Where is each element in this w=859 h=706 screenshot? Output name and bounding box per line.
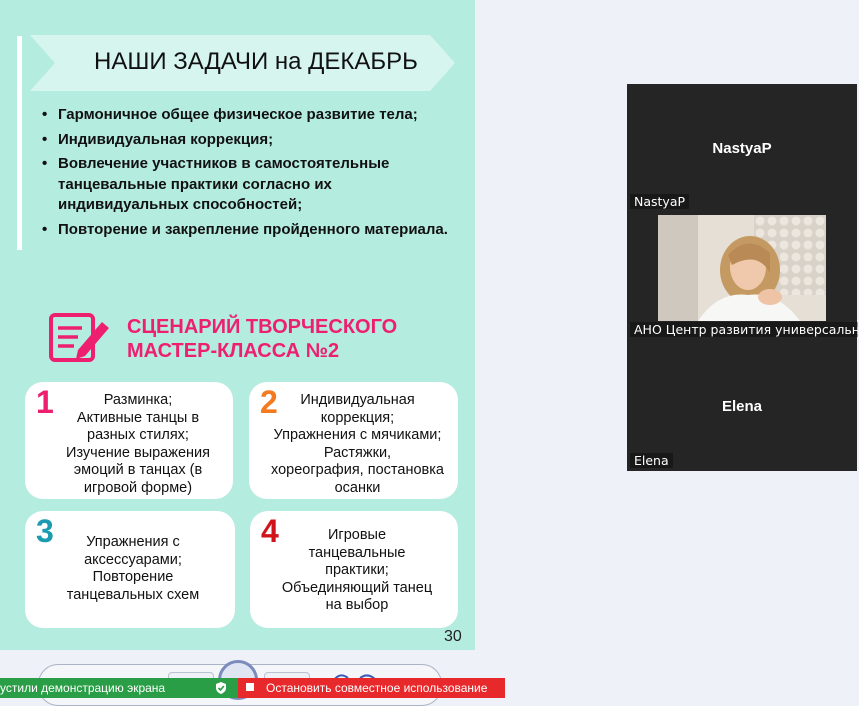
- participant-label: NastyaP: [630, 194, 690, 209]
- task-item: Повторение и закрепление пройденного мат…: [40, 220, 460, 241]
- slide-title: НАШИ ЗАДАЧИ на ДЕКАБРЬ: [94, 48, 418, 75]
- step-card-1: 1 Разминка; Активные танцы в разных стил…: [25, 382, 233, 499]
- sharing-status-bar: устили демонстрацию экрана: [0, 678, 238, 698]
- step-text: Индивидуальная коррекция; Упражнения с м…: [271, 392, 444, 496]
- step-card-2: 2 Индивидуальная коррекция; Упражнения с…: [249, 382, 458, 499]
- slide-page-number: 30: [444, 628, 462, 645]
- stop-square-icon: [246, 683, 254, 691]
- task-item: Вовлечение участников в самостоятельные …: [40, 154, 460, 216]
- shared-slide: НАШИ ЗАДАЧИ на ДЕКАБРЬ Гармоничное общее…: [0, 0, 475, 650]
- participant-tile[interactable]: NastyaP NastyaP: [627, 84, 857, 212]
- step-card-3: 3 Упражнения с аксессуарами; Повторение …: [25, 511, 235, 628]
- slide-decor-bar: [17, 36, 22, 250]
- participant-name: NastyaP: [712, 140, 772, 157]
- step-text: Разминка; Активные танцы в разных стилях…: [66, 392, 210, 496]
- shield-check-icon: [216, 682, 226, 694]
- task-item: Гармоничное общее физическое развитие те…: [40, 105, 460, 126]
- participant-video: [658, 215, 826, 321]
- tasks-list: Гармоничное общее физическое развитие те…: [40, 105, 460, 244]
- step-text: Упражнения с аксессуарами; Повторение та…: [66, 534, 200, 603]
- participant-tile[interactable]: Elena Elena: [627, 340, 857, 471]
- participant-label: Elena: [630, 453, 673, 468]
- task-item: Индивидуальная коррекция;: [40, 130, 460, 151]
- stop-sharing-button[interactable]: Остановить совместное использование: [238, 678, 505, 698]
- step-text: Игровые танцевальные практики; Объединяю…: [281, 527, 433, 613]
- step-card-4: 4 Игровые танцевальные практики; Объедин…: [250, 511, 458, 628]
- participant-name: Elena: [721, 398, 763, 415]
- participant-label: АНО Центр развития универсальн...: [630, 322, 858, 337]
- participant-tile[interactable]: АНО Центр развития универсальн...: [627, 212, 858, 340]
- sharing-status-text: устили демонстрацию экрана: [0, 681, 166, 695]
- script-title: СЦЕНАРИЙ ТВОРЧЕСКОГО МАСТЕР-КЛАССА №2: [127, 316, 398, 362]
- stop-sharing-label: Остановить совместное использование: [266, 681, 488, 695]
- script-document-icon: [49, 313, 109, 362]
